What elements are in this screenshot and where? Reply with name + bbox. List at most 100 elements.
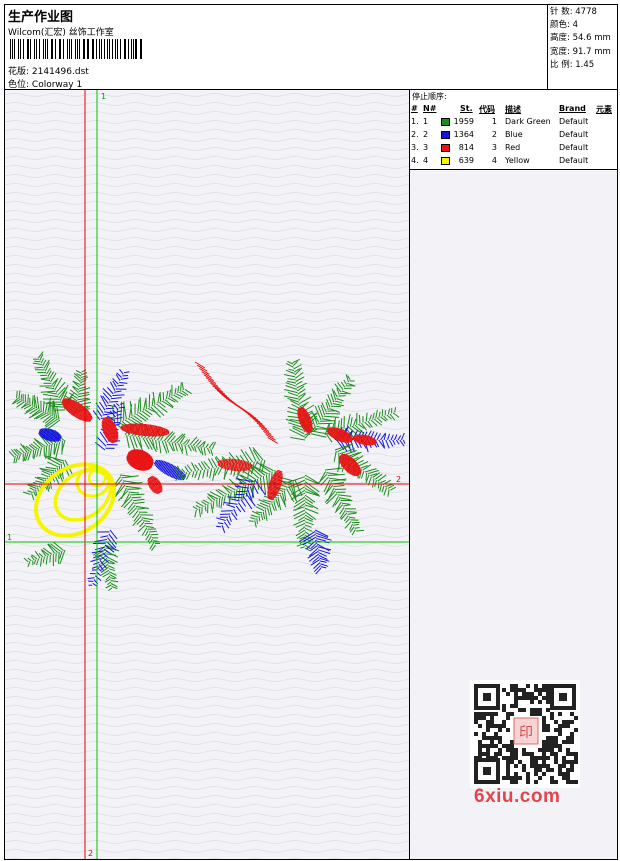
qr-cell [526,780,530,784]
qr-cell [534,760,538,764]
qr-cell [550,768,554,772]
qr-cell [506,692,510,696]
qr-cell [550,748,554,752]
qr-cell [546,736,550,740]
qr-cell [546,756,550,760]
stitch [166,429,169,435]
row-st: 639 [458,156,474,165]
barcode-bar [62,39,65,59]
stitch [320,420,336,422]
row-idx: 4. [411,156,419,165]
qr-cell [534,756,538,760]
qr-cell [510,684,514,688]
row-st: 1959 [453,117,474,126]
qr-cell [558,724,562,728]
barcode-bar [34,39,36,59]
qr-cell [478,744,482,748]
qr-cell [490,716,494,720]
qr-cell [518,688,522,692]
qr-cell [542,744,546,748]
stop-row: 2. 2 1364 2 Blue Default [410,130,617,143]
qr-cell [558,728,562,732]
qr-cell [546,684,550,688]
qr-cell [502,724,506,728]
marker-right-red: 2 [396,475,401,484]
qr-cell [538,692,542,696]
qr-cell [546,768,550,772]
qr-cell [514,772,518,776]
qr-cell [502,704,506,708]
stitch [248,520,254,522]
qr-cell [478,748,482,752]
qr-cell [550,744,554,748]
qr-cell [486,744,490,748]
qr-cell [574,780,578,784]
qr-cell [574,760,578,764]
qr-cell [522,688,526,692]
qr-cell [566,736,570,740]
qr-cell [542,728,546,732]
qr-cell [554,720,558,724]
qr-cell [494,712,498,716]
qr-cell [570,736,574,740]
col-elem: 元素 [596,105,612,114]
qr-cell [570,760,574,764]
row-idx: 2. [411,130,419,139]
embroidery-preview-svg: 1 2 1 2 [5,90,409,859]
qr-cell [526,772,530,776]
design-file: 花版: 2141496.dst [8,64,89,77]
sheet-title: 生产作业图 [8,10,74,25]
qr-cell [486,720,490,724]
stitch [346,511,357,513]
barcode-bar [87,39,89,59]
qr-cell [554,740,558,744]
stitch [159,392,162,402]
stop-table-header: # N# St. 代码 描述 Brand 元素 [410,104,617,115]
qr-cell [566,724,570,728]
qr-cell [570,768,574,772]
stitch [53,443,55,455]
stitch [374,439,377,445]
qr-cell [522,748,526,752]
qr-cell [546,696,550,700]
qr-cell [562,772,566,776]
stitch [163,428,166,436]
qr-cell [502,720,506,724]
qr-cell [494,752,498,756]
stitch [377,481,380,489]
qr-cell [506,760,510,764]
qr-cell [498,748,502,752]
qr-cell [522,696,526,700]
row-desc: Yellow [505,156,530,165]
qr-cell [494,724,498,728]
stitch [219,460,221,467]
stitch [58,551,60,564]
stop-row: 3. 3 814 3 Red Default [410,143,617,156]
qr-cell [530,696,534,700]
barcode-bar [38,39,41,59]
stitch [109,401,119,403]
sheet-header: 生产作业图 Wilcom(汇宏) 丝饰工作室 花版: 2141496.dst 色… [5,5,617,90]
qr-cell [514,748,518,752]
qr-cell [542,684,546,688]
row-code: 4 [491,156,497,165]
qr-cell [506,768,510,772]
qr-cell [538,688,542,692]
marker-bottom-red: 2 [88,849,93,858]
qr-cell [482,712,486,716]
row-no: 4 [423,156,429,165]
qr-cell [482,744,486,748]
stitch [55,552,57,562]
qr-cell [530,760,534,764]
stitch [220,459,223,468]
qr-cell [558,764,562,768]
stitch [162,427,165,436]
qr-cell [502,776,506,780]
qr-cell [506,712,510,716]
qr-cell [538,748,542,752]
qr-cell [534,708,538,712]
qr-cell [486,728,490,732]
qr-cell [482,752,486,756]
watermark-text: 6xiu.com [474,786,561,807]
qr-cell [510,688,514,692]
